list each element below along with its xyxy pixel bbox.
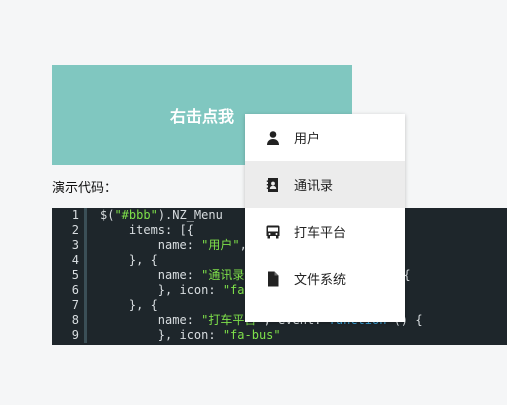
menu-item-user[interactable]: 用户	[245, 114, 405, 161]
code-text: items: [{	[87, 223, 194, 238]
code-token: name:	[100, 313, 202, 327]
file-icon	[265, 271, 281, 287]
line-number: 8	[71, 313, 79, 327]
line-number: 7	[71, 298, 79, 312]
menu-item-file-system[interactable]: 文件系统	[245, 255, 405, 302]
code-token: }, {	[100, 298, 158, 312]
menu-item-label: 通讯录	[294, 179, 334, 194]
user-icon	[265, 130, 281, 146]
menu-item-label: 用户	[294, 132, 321, 147]
right-click-target-label: 右击点我	[169, 107, 234, 126]
line-number: 3	[71, 238, 79, 252]
line-number: 6	[71, 283, 79, 297]
string-token: "#bbb"	[114, 208, 158, 222]
bus-icon	[265, 224, 281, 240]
line-number: 1	[71, 208, 79, 222]
code-text: }, {	[87, 298, 158, 313]
address-book-icon	[265, 177, 281, 193]
menu-item-label: 文件系统	[294, 273, 347, 288]
menu-item-taxi[interactable]: 打车平台	[245, 208, 405, 255]
context-menu: 用户 通讯录 打车平台 文件系统	[245, 114, 405, 322]
code-text: }, icon: "fa-bus"	[87, 328, 281, 343]
code-text: $("#bbb").NZ_Menu	[87, 208, 223, 223]
code-token: name:	[100, 268, 202, 282]
menu-item-label: 打车平台	[294, 226, 347, 241]
menu-item-contacts[interactable]: 通讯录	[245, 161, 405, 208]
code-token: $(	[100, 208, 115, 222]
string-token: "fa-bus"	[222, 328, 281, 342]
line-number: 2	[71, 223, 79, 237]
code-token: items: [{	[100, 223, 194, 237]
line-number: 9	[71, 328, 79, 342]
code-text: }, {	[87, 253, 158, 268]
code-token: name:	[100, 238, 202, 252]
line-number: 5	[71, 268, 79, 282]
code-token: }, icon:	[100, 328, 223, 342]
demo-code-label: 演示代码：	[52, 181, 118, 196]
code-token: }, {	[100, 253, 158, 267]
string-token: "用户"	[201, 238, 240, 252]
code-line: 9 }, icon: "fa-bus"	[52, 328, 507, 343]
line-number: 4	[71, 253, 79, 267]
code-token: }, icon:	[100, 283, 223, 297]
code-token: ).NZ_Menu	[157, 208, 223, 222]
